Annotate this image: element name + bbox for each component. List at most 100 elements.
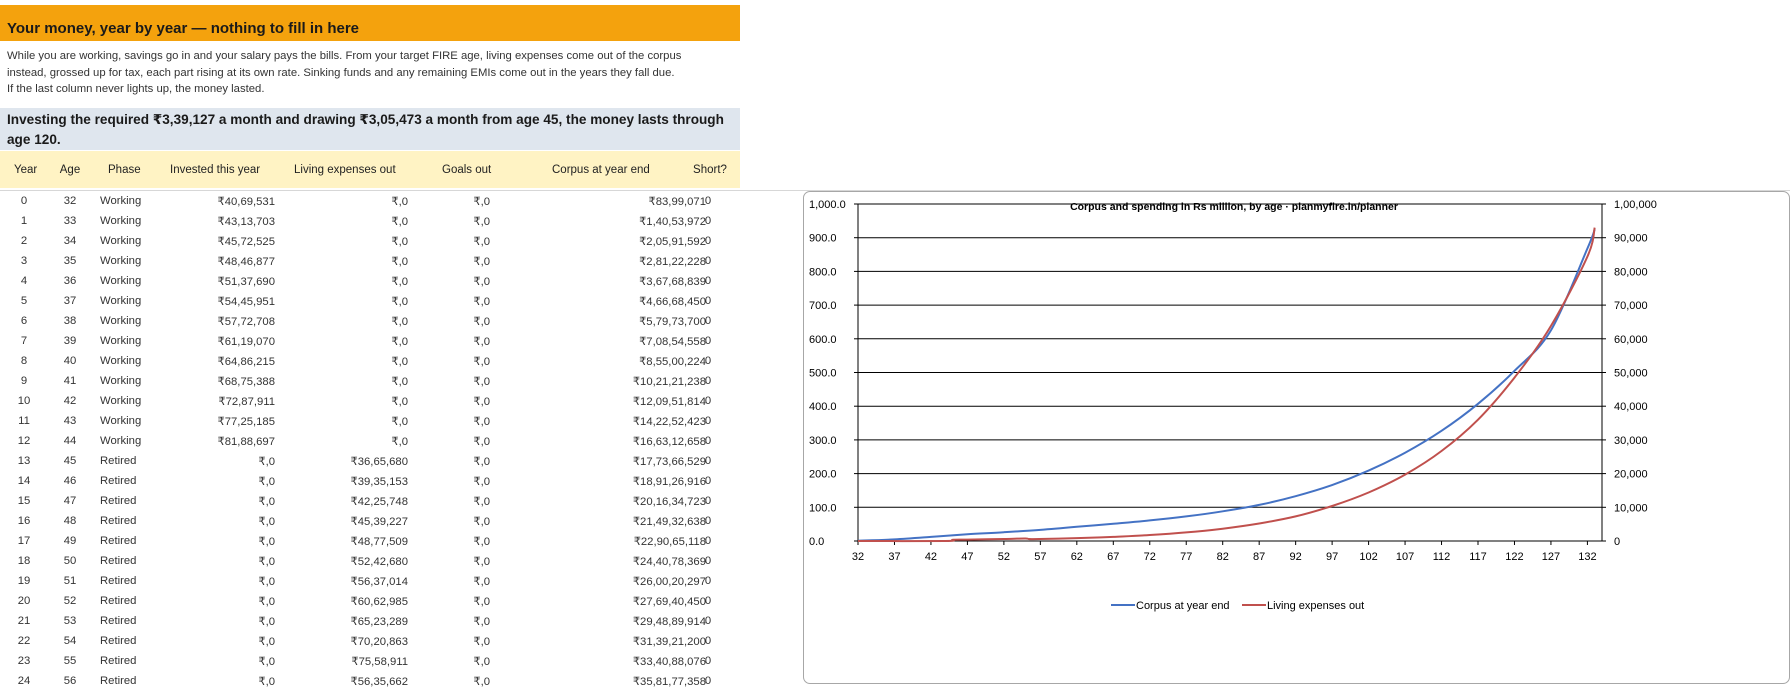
x-tick-label: 67 bbox=[1107, 551, 1119, 563]
cell-goals: ₹,0 bbox=[473, 316, 490, 328]
cell-short: 0 bbox=[704, 335, 712, 347]
cell-invested: ₹48,46,877 bbox=[217, 256, 275, 268]
cell-goals: ₹,0 bbox=[473, 336, 490, 348]
cell-year: 7 bbox=[20, 335, 28, 347]
cell-corpus: ₹5,79,73,700 bbox=[639, 316, 706, 328]
x-tick-label: 132 bbox=[1578, 551, 1596, 563]
cell-living-expenses: ₹70,20,863 bbox=[350, 636, 408, 648]
table-header: Year Age Phase Invested this year Living… bbox=[0, 151, 740, 188]
cell-short: 0 bbox=[704, 655, 712, 667]
x-tick-label: 107 bbox=[1396, 551, 1414, 563]
cell-living-expenses: ₹56,37,014 bbox=[350, 576, 408, 588]
cell-short: 0 bbox=[704, 615, 712, 627]
cell-corpus: ₹8,55,00,224 bbox=[639, 356, 706, 368]
cell-year: 10 bbox=[17, 395, 31, 407]
y-left-tick-label: 900.0 bbox=[809, 233, 837, 245]
cell-short: 0 bbox=[704, 375, 712, 387]
table-row: 3 35 Working ₹48,46,877 ₹,0 ₹,0 ₹2,81,22,228 0 bbox=[0, 252, 740, 272]
cell-year: 23 bbox=[17, 655, 31, 667]
cell-invested: ₹61,19,070 bbox=[217, 336, 275, 348]
cell-goals: ₹,0 bbox=[473, 596, 490, 608]
cell-age: 52 bbox=[63, 595, 77, 607]
column-header-corpus: Corpus at year end bbox=[552, 164, 650, 176]
column-header-age: Age bbox=[59, 164, 81, 176]
cell-corpus: ₹26,00,20,297 bbox=[632, 576, 706, 588]
cell-living-expenses: ₹,0 bbox=[391, 196, 408, 208]
cell-corpus: ₹29,48,89,914 bbox=[632, 616, 706, 628]
cell-invested: ₹,0 bbox=[258, 636, 275, 648]
cell-invested: ₹77,25,185 bbox=[217, 416, 275, 428]
cell-living-expenses: ₹75,58,911 bbox=[351, 656, 408, 668]
cell-goals: ₹,0 bbox=[473, 556, 490, 568]
cell-invested: ₹,0 bbox=[258, 536, 275, 548]
cell-short: 0 bbox=[704, 415, 712, 427]
cell-invested: ₹,0 bbox=[258, 656, 275, 668]
cell-year: 2 bbox=[20, 235, 28, 247]
cell-short: 0 bbox=[704, 575, 712, 587]
cell-invested: ₹,0 bbox=[258, 456, 275, 468]
column-header-invested: Invested this year bbox=[170, 164, 261, 176]
intro-line: instead, grossed up for tax, each part r… bbox=[7, 66, 675, 79]
cell-goals: ₹,0 bbox=[473, 476, 490, 488]
y-right-tick-label: 50,000 bbox=[1614, 368, 1648, 380]
cell-invested: ₹,0 bbox=[258, 516, 275, 528]
cell-invested: ₹57,72,708 bbox=[217, 316, 275, 328]
cell-living-expenses: ₹,0 bbox=[391, 376, 408, 388]
cell-goals: ₹,0 bbox=[473, 616, 490, 628]
cell-invested: ₹45,72,525 bbox=[217, 236, 275, 248]
y-left-tick-label: 100.0 bbox=[809, 502, 837, 514]
cell-invested: ₹64,86,215 bbox=[217, 356, 275, 368]
cell-age: 35 bbox=[63, 255, 77, 267]
cell-year: 24 bbox=[17, 675, 31, 687]
y-left-tick-label: 400.0 bbox=[809, 401, 837, 413]
table-row: 4 36 Working ₹51,37,690 ₹,0 ₹,0 ₹3,67,68,839 0 bbox=[0, 272, 740, 292]
x-tick-label: 92 bbox=[1290, 551, 1302, 563]
cell-age: 43 bbox=[63, 415, 77, 427]
cell-goals: ₹,0 bbox=[473, 636, 490, 648]
cell-year: 21 bbox=[17, 615, 31, 627]
cell-corpus: ₹22,90,65,118 bbox=[633, 536, 706, 548]
cell-invested: ₹,0 bbox=[258, 576, 275, 588]
cell-living-expenses: ₹36,65,680 bbox=[350, 456, 408, 468]
cell-short: 0 bbox=[704, 515, 712, 527]
y-left-tick-label: 0.0 bbox=[809, 536, 824, 548]
cell-year: 22 bbox=[17, 635, 31, 647]
cell-age: 36 bbox=[63, 275, 77, 287]
cell-goals: ₹,0 bbox=[473, 676, 490, 688]
y-right-tick-label: 0 bbox=[1614, 536, 1620, 548]
y-left-tick-label: 600.0 bbox=[809, 334, 837, 346]
section-title: Your money, year by year — nothing to fi… bbox=[7, 20, 360, 37]
cell-age: 44 bbox=[63, 435, 77, 447]
y-left-tick-label: 700.0 bbox=[809, 300, 837, 312]
y-right-tick-label: 70,000 bbox=[1614, 300, 1648, 312]
cell-short: 0 bbox=[704, 455, 712, 467]
cell-goals: ₹,0 bbox=[473, 196, 490, 208]
table-row: 24 56 Retired ₹,0 ₹56,35,662 ₹,0 ₹35,81,77,358… bbox=[0, 672, 740, 692]
cell-living-expenses: ₹,0 bbox=[391, 216, 408, 228]
cell-short: 0 bbox=[704, 255, 712, 267]
cell-goals: ₹,0 bbox=[473, 236, 490, 248]
cell-short: 0 bbox=[704, 275, 712, 287]
cell-age: 53 bbox=[63, 615, 77, 627]
y-right-tick-label: 1,00,000 bbox=[1614, 199, 1657, 211]
table-row: 9 41 Working ₹68,75,388 ₹,0 ₹,0 ₹10,21,21,238 0 bbox=[0, 372, 740, 392]
cell-living-expenses: ₹65,23,289 bbox=[350, 616, 408, 628]
cell-corpus: ₹1,40,53,972 bbox=[639, 216, 706, 228]
cell-corpus: ₹24,40,78,369 bbox=[632, 556, 706, 568]
cell-year: 16 bbox=[17, 515, 31, 527]
cell-invested: ₹51,37,690 bbox=[217, 276, 275, 288]
cell-age: 34 bbox=[63, 235, 77, 247]
y-left-tick-label: 500.0 bbox=[809, 368, 837, 380]
cell-corpus: ₹14,22,52,423 bbox=[632, 416, 706, 428]
cell-corpus: ₹3,67,68,839 bbox=[639, 276, 706, 288]
x-tick-label: 57 bbox=[1034, 551, 1046, 563]
y-left-tick-label: 800.0 bbox=[809, 266, 837, 278]
cell-corpus: ₹7,08,54,558 bbox=[639, 336, 706, 348]
x-tick-label: 47 bbox=[961, 551, 973, 563]
cell-living-expenses: ₹,0 bbox=[391, 316, 408, 328]
cell-living-expenses: ₹48,77,509 bbox=[350, 536, 408, 548]
cell-living-expenses: ₹,0 bbox=[391, 256, 408, 268]
x-tick-label: 102 bbox=[1359, 551, 1377, 563]
x-tick-label: 32 bbox=[852, 551, 864, 563]
cell-goals: ₹,0 bbox=[473, 276, 490, 288]
